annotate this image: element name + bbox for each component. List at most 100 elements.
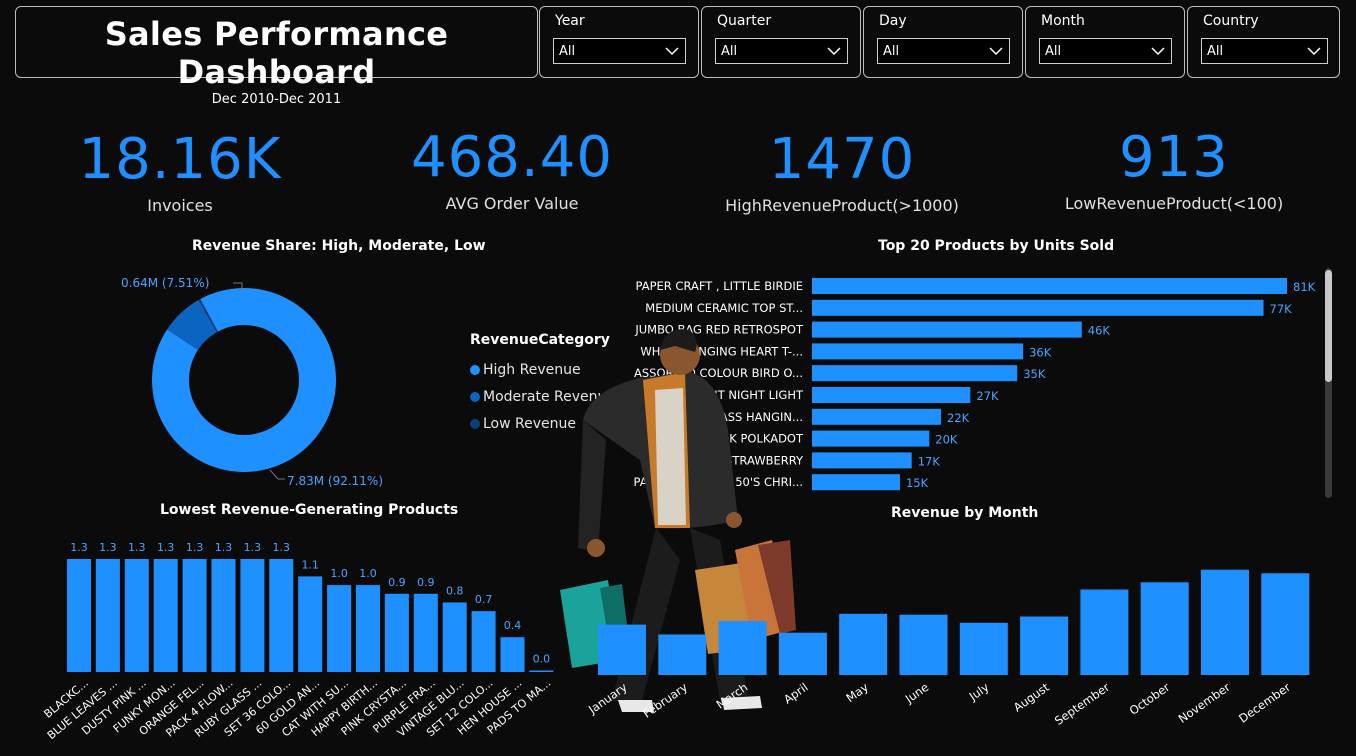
bar <box>812 430 930 447</box>
leader-line <box>269 469 285 480</box>
kpi-label: AVG Order Value <box>445 194 579 213</box>
bar-data-label: 22K <box>947 411 970 425</box>
leader-line <box>233 282 243 292</box>
bar <box>899 614 948 675</box>
bar-category-label: 60 GOLD AN... <box>253 676 322 737</box>
legend-item-low[interactable]: Low Revenue <box>470 410 615 437</box>
bar-data-label: 0.7 <box>475 593 493 606</box>
bar <box>1140 582 1189 675</box>
chevron-down-icon <box>1151 47 1165 56</box>
kpi-value: 913 <box>1119 125 1229 190</box>
country-slicer-label: Country <box>1203 13 1259 29</box>
bar <box>413 593 438 672</box>
kpi-avg-order-value: 468.40 AVG Order Value <box>392 125 632 214</box>
month-label: October <box>1127 680 1173 718</box>
bar-category-label: JUMBO BAG STRAWBERRY <box>654 453 804 467</box>
bar-category-label: SET 12 COLO... <box>424 676 495 739</box>
bar <box>812 452 912 469</box>
bar <box>812 299 1264 316</box>
day-slicer-label: Day <box>879 13 907 29</box>
legend-item-moderate[interactable]: Moderate Revenue <box>470 383 615 410</box>
year-dropdown[interactable]: All <box>553 38 686 64</box>
bar <box>812 343 1024 360</box>
month-label: July <box>966 680 992 704</box>
bar-data-label: 1.3 <box>273 541 291 554</box>
chevron-down-icon <box>665 47 679 56</box>
kpi-value: 468.40 <box>411 125 613 190</box>
bar <box>658 634 707 675</box>
bar-category-label: CAT WITH SU... <box>279 676 351 739</box>
bar <box>1201 569 1249 675</box>
bar-category-label: JUMBO BAG PINK POLKADOT <box>639 432 804 446</box>
month-label: December <box>1236 680 1293 726</box>
legend-item-high[interactable]: High Revenue <box>470 356 615 383</box>
quarter-slicer-label: Quarter <box>717 13 772 29</box>
top-products-scrollbar[interactable] <box>1325 268 1332 498</box>
bar-data-label: 0.4 <box>504 619 522 632</box>
bar <box>211 559 236 672</box>
bar <box>298 576 323 672</box>
kpi-label: Invoices <box>147 196 213 215</box>
quarter-dropdown[interactable]: All <box>715 38 848 64</box>
bar-category-label: PACK 4 FLOW... <box>164 676 236 739</box>
year-slicer-label: Year <box>555 13 585 29</box>
bar-data-label: 27K <box>976 389 999 403</box>
month-dropdown-value: All <box>1045 44 1062 59</box>
page-subtitle: Dec 2010-Dec 2011 <box>211 92 342 107</box>
kpi-label: HighRevenueProduct(>1000) <box>725 196 959 215</box>
year-slicer: Year All <box>539 6 699 78</box>
circle-icon <box>470 364 480 375</box>
day-dropdown[interactable]: All <box>877 38 1010 64</box>
country-dropdown-value: All <box>1207 44 1224 59</box>
bar-data-label: 1.3 <box>99 541 117 554</box>
bar-category-label: PADS TO MA... <box>485 676 554 736</box>
bar-category-label: RUBY GLASS ... <box>192 676 264 739</box>
bar <box>812 474 900 491</box>
country-slicer: Country All <box>1187 6 1340 78</box>
bar-category-label: ASSORTED COLOUR BIRD O... <box>634 366 803 380</box>
day-dropdown-value: All <box>883 44 900 59</box>
bar-category-label: MEDIUM CERAMIC TOP ST... <box>645 301 803 315</box>
bar <box>182 559 207 672</box>
bar <box>471 611 496 672</box>
donut-slice-low <box>198 299 218 333</box>
bar-category-label: BLUE LEAVES ... <box>45 676 120 742</box>
bar-data-label: 1.3 <box>215 541 233 554</box>
chevron-down-icon <box>989 47 1003 56</box>
bar-data-label: 17K <box>918 454 941 468</box>
bar <box>718 621 767 675</box>
bar <box>812 365 1018 382</box>
scrollbar-thumb[interactable] <box>1325 270 1332 382</box>
bar <box>839 613 888 675</box>
bar-data-label: 1.3 <box>128 541 146 554</box>
bar-data-label: 1.3 <box>244 541 262 554</box>
bar <box>95 559 120 672</box>
day-slicer: Day All <box>863 6 1023 78</box>
bar-category-label: PAPER CRAFT , LITTLE BIRDIE <box>636 279 804 293</box>
chevron-down-icon <box>1307 47 1321 56</box>
bar <box>356 585 380 672</box>
bar-data-label: 77K <box>1270 302 1293 316</box>
kpi-invoices: 18.16K Invoices <box>60 130 300 216</box>
month-slicer: Month All <box>1025 6 1185 78</box>
bar-category-label: SET 36 COLO... <box>222 676 293 739</box>
revenue-category-legend: RevenueCategory High Revenue Moderate Re… <box>470 332 615 437</box>
legend-label: Moderate Revenue <box>483 388 616 405</box>
legend-title: RevenueCategory <box>470 332 610 348</box>
country-dropdown[interactable]: All <box>1201 38 1328 64</box>
bar-category-label: JUMBO BAG RED RETROSPOT <box>634 323 804 337</box>
kpi-high-revenue-products: 1470 HighRevenueProduct(>1000) <box>702 130 982 216</box>
bar-category-label: VICTORIAN GLASS HANGIN... <box>637 410 803 424</box>
bar <box>529 670 554 672</box>
month-label: May <box>843 680 871 705</box>
bar-category-label: HAPPY BIRTH... <box>309 676 380 739</box>
month-label: November <box>1176 680 1233 726</box>
bar-category-label: BLACKC... <box>41 676 91 720</box>
bar <box>500 637 525 672</box>
bar <box>67 559 91 672</box>
donut-chart-title: Revenue Share: High, Moderate, Low <box>192 238 486 254</box>
month-dropdown[interactable]: All <box>1039 38 1172 64</box>
month-label: February <box>640 680 690 721</box>
bar-data-label: 1.1 <box>301 558 319 571</box>
month-label: April <box>781 680 811 707</box>
